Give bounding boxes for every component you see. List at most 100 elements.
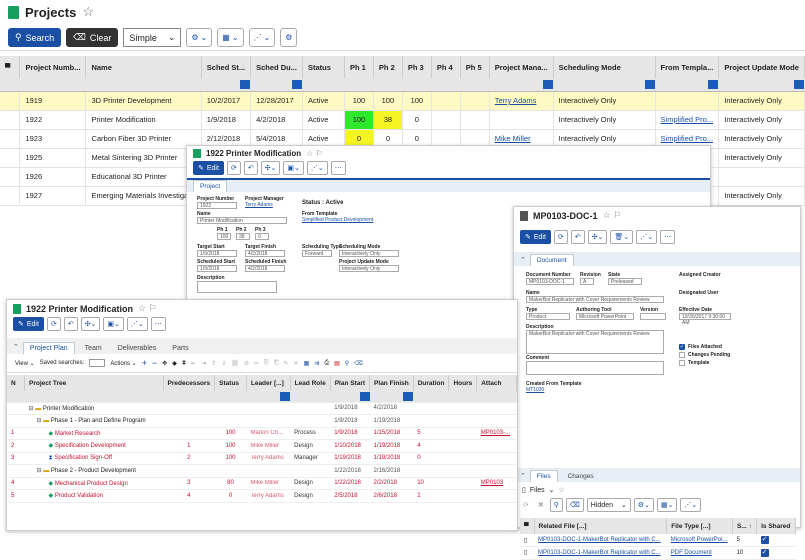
table-row[interactable]: 1919 3D Printer Development 10/2/2017 12/28… [0,91,805,111]
edit-button[interactable]: ✎ Edit [520,230,551,244]
collapse-toggle-icon[interactable]: ⊟ [37,418,42,424]
comment-field[interactable] [526,361,664,375]
attach-link[interactable] [476,402,517,415]
project-manager-cell[interactable] [489,110,554,130]
col-header[interactable]: Project Mana... [489,56,554,78]
chevron-down-icon[interactable] [644,80,655,89]
undo-button[interactable]: ↶ [570,230,585,244]
project-manager-link[interactable]: Terry Adams [245,202,284,208]
tab-project-plan[interactable]: Project Plan [22,342,75,354]
project-tree-cell[interactable]: ⊟ ▬ Phase 1 - Plan and Define Program [24,414,164,428]
project-manager-cell[interactable]: Terry Adams [489,91,554,111]
calendar-icon[interactable] [240,80,250,89]
attach-link[interactable] [476,439,517,453]
add-icon[interactable]: + [142,358,147,368]
star-icon[interactable]: ☆ ⚐ [306,149,323,158]
project-tree-cell[interactable]: ⊟ ▬ Phase 2 - Product Development [24,464,164,478]
col-header[interactable]: N [7,375,26,391]
changes-pending-checkbox[interactable] [679,352,685,358]
star-icon[interactable]: ☆ ⚐ [603,210,622,221]
col-header[interactable]: Plan Finish [369,375,414,391]
plan-row[interactable]: 1 ◆ Market Research 100 Marion Ch... Process… [7,427,517,440]
chevron-down-icon[interactable] [794,80,804,89]
filter-cell[interactable] [553,78,656,92]
col-header[interactable]: S... ↑ [732,518,758,534]
project-tree-cell[interactable]: ◆ Product Validation [24,489,164,503]
edit-button[interactable]: ✎ Edit [193,161,224,175]
clear-button[interactable]: ⌫ Clear [66,28,119,47]
plan-row[interactable]: ⊟ ▬ Phase 2 - Product Development 1/22/20… [7,464,517,478]
collapse-toggle-icon[interactable]: ⊟ [37,468,42,474]
check-icon[interactable]: ✓ [760,548,769,557]
move-icon[interactable]: ✥ [162,360,167,367]
doc-name-field[interactable]: MakerBot Replicator with Cover Requireme… [526,296,664,303]
star-icon[interactable]: ☆ [82,4,94,20]
file-type-link[interactable]: Microsoft PowerPoi... [666,534,733,547]
col-header[interactable]: Project Numb... [19,56,87,78]
attach-link[interactable] [476,414,517,428]
col-header[interactable]: Project Tree [24,375,164,391]
filter-cell[interactable] [476,391,517,403]
filter-cell[interactable] [373,78,403,92]
col-header[interactable]: Plan Start [330,375,371,391]
clear-icon[interactable]: ⌫ [354,360,362,367]
col-header[interactable]: Status [214,375,247,391]
description-field[interactable]: MakerBot Replicator with Cover Requireme… [526,330,664,354]
filter-cell[interactable] [344,78,374,92]
saved-searches-select[interactable] [89,359,106,367]
more-button[interactable]: ⋯ [150,317,166,331]
ellipsis-icon[interactable] [708,80,718,89]
scheduling-type-select[interactable]: Forward [302,250,332,257]
filter-cell[interactable] [250,78,303,92]
pin-col-header[interactable]: ▀ [0,56,21,78]
undo-button[interactable]: ↶ [63,317,78,331]
col-header[interactable]: Project Update Mode [718,56,805,78]
hidden-select[interactable]: Hidden ⌄ [586,498,631,512]
chevron-down-icon[interactable]: ⌄ [549,486,555,494]
share-menu-button[interactable]: ⋰⌄ [680,498,702,512]
template-checkbox[interactable] [679,360,685,366]
filter-cell[interactable] [19,78,87,92]
filter-cell[interactable] [718,78,805,92]
diamond-icon[interactable]: ◆ [172,360,177,367]
remove-icon[interactable]: − [152,358,157,368]
share-menu-button[interactable]: ⋰⌄ [306,161,328,175]
collapse-toggle-icon[interactable]: ⊟ [29,406,34,412]
star-icon[interactable]: ☆ ⚐ [138,303,157,314]
ph2-field[interactable]: 38 [236,233,250,240]
file-row[interactable]: ▯ MP0103-DOC-1-MakerBot Replicator with C… [520,546,796,560]
col-header[interactable]: Lead Role [290,375,331,391]
scheduling-mode-select[interactable]: Interactively Only [339,250,399,257]
attach-link[interactable] [476,464,517,478]
project-tree-cell[interactable]: ⊟ ▬ Printer Modification [24,402,164,415]
col-header[interactable]: Sched Du... [250,56,303,78]
col-header[interactable]: Predecessors [163,375,216,391]
refresh-button[interactable]: ⟳ [553,230,568,244]
indent-icon[interactable]: ⇥ [201,360,206,367]
refresh-button[interactable]: ⟳ [226,161,241,175]
scheduled-finish-field[interactable]: 4/2/2018 [245,265,285,272]
col-header[interactable]: Is Shared [756,518,796,534]
version-field[interactable] [640,313,666,320]
print-icon[interactable]: ⎙ [324,360,329,367]
update-mode-select[interactable]: Interactively Only [339,265,399,272]
copy-icon[interactable]: ⎘ [264,360,269,367]
attach-link[interactable]: MP0103-... [476,427,517,440]
pin-col-header[interactable]: ▀ [520,518,535,534]
flow-icon[interactable]: ⇉ [314,360,319,367]
export-icon[interactable]: ▤ [334,360,340,367]
is-shared-cell[interactable]: ✓ [756,546,796,560]
search-button[interactable]: ⚲ [549,498,563,512]
star-icon[interactable]: ☆ [559,486,565,494]
template-link[interactable]: Simplified Product Development [302,217,373,223]
effective-date-field[interactable]: 10/30/2017 9:30:00 AM [679,313,731,326]
plan-row[interactable]: 5 ◆ Product Validation 4 0 Terry Adams Design… [7,489,517,503]
filter-cell[interactable] [460,78,490,92]
settings-menu-button[interactable]: ⚙⌄ [186,28,213,47]
col-header[interactable]: Ph 4 [431,56,461,78]
document-number-field[interactable]: MP0103-DOC-1 [526,278,574,285]
ph3-field[interactable]: 0 [255,233,269,240]
link-icon[interactable]: ⛓ [231,360,239,367]
project-tree-cell[interactable]: ◆ Specification Development [24,439,164,453]
config-button[interactable]: ⚙ [280,28,298,47]
